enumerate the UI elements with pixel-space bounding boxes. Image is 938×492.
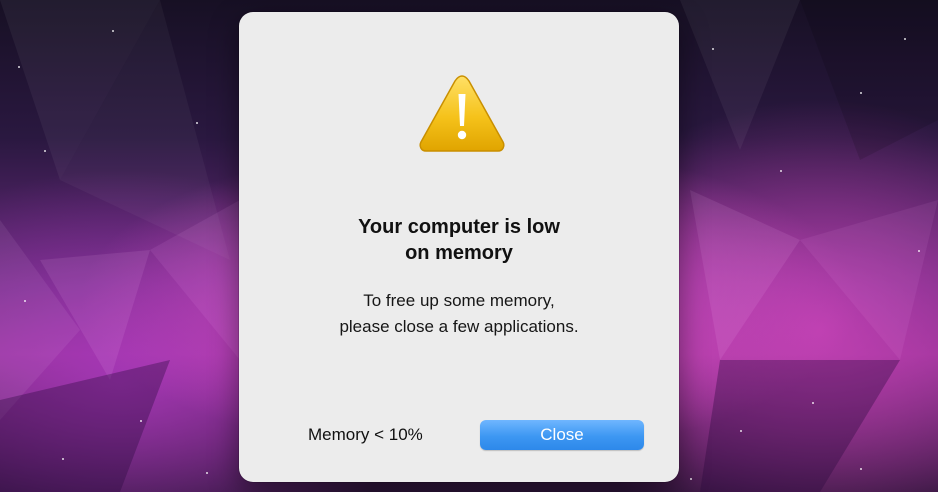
- dialog-message: To free up some memory, please close a f…: [269, 288, 649, 340]
- close-button[interactable]: Close: [480, 420, 644, 450]
- dialog-title-line: Your computer is low: [358, 216, 560, 238]
- dialog-message-line: please close a few applications.: [339, 317, 579, 336]
- memory-status-label: Memory < 10%: [308, 425, 423, 444]
- dialog-title: Your computer is low on memory: [279, 214, 639, 266]
- dialog-message-line: To free up some memory,: [363, 291, 555, 310]
- dialog-title-line: on memory: [405, 242, 513, 264]
- warning-triangle-icon: [419, 75, 505, 152]
- low-memory-dialog: Your computer is low on memory To free u…: [239, 12, 679, 482]
